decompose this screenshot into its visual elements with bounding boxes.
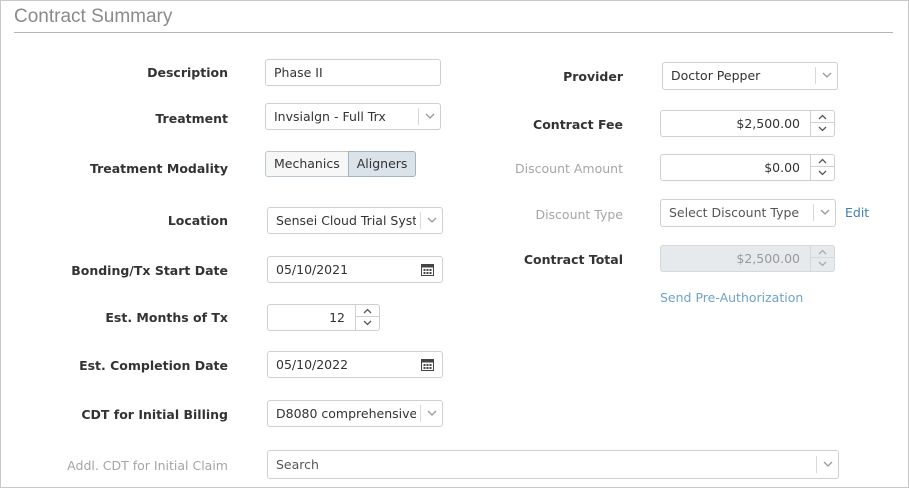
est-months-stepper[interactable]: 12	[267, 304, 380, 331]
contract-fee-label: Contract Fee	[533, 117, 623, 132]
description-label: Description	[147, 65, 228, 80]
cdt-initial-billing-select[interactable]: D8080 comprehensive orthodontic treatmen…	[267, 400, 443, 427]
contract-total-field: $2,500.00	[660, 245, 835, 272]
chevron-down-icon	[420, 212, 442, 229]
completion-date-value: 05/10/2022	[276, 357, 349, 372]
contract-fee-spinner	[810, 111, 834, 136]
decrement-button[interactable]	[356, 317, 379, 329]
description-value: Phase II	[274, 65, 323, 80]
completion-date-input[interactable]: 05/10/2022	[267, 351, 443, 378]
est-months-label: Est. Months of Tx	[105, 310, 228, 325]
decrement-button	[811, 258, 834, 270]
increment-button[interactable]	[811, 111, 834, 123]
increment-button[interactable]	[356, 305, 379, 317]
modality-option-aligners[interactable]: Aligners	[347, 151, 417, 177]
treatment-label: Treatment	[155, 111, 228, 126]
provider-select[interactable]: Doctor Pepper	[662, 62, 838, 90]
contract-fee-stepper[interactable]: $2,500.00	[660, 110, 835, 137]
chevron-down-icon	[815, 67, 837, 84]
increment-button[interactable]	[811, 155, 834, 167]
discount-amount-spinner	[810, 155, 834, 180]
contract-total-spinner	[810, 246, 834, 271]
provider-value: Doctor Pepper	[671, 68, 761, 83]
decrement-button[interactable]	[811, 167, 834, 179]
location-value: Sensei Cloud Trial System	[276, 213, 416, 228]
calendar-icon[interactable]	[421, 358, 434, 374]
est-months-value: 12	[329, 310, 345, 325]
contract-total-label: Contract Total	[523, 252, 623, 267]
increment-button	[811, 246, 834, 258]
section-title: Contract Summary	[14, 6, 173, 27]
discount-amount-label: Discount Amount	[515, 161, 623, 176]
discount-type-value: Select Discount Type	[669, 205, 800, 220]
contract-fee-value: $2,500.00	[736, 116, 800, 131]
addl-cdt-search-select[interactable]: Search	[267, 450, 839, 479]
discount-amount-value: $0.00	[764, 160, 800, 175]
start-date-input[interactable]: 05/10/2021	[267, 256, 443, 283]
section-divider	[14, 32, 893, 33]
chevron-down-icon	[418, 108, 440, 125]
est-months-spinner	[355, 305, 379, 330]
decrement-button[interactable]	[811, 123, 834, 135]
description-input[interactable]: Phase II	[265, 59, 441, 86]
contract-summary-panel: Contract Summary Description Phase II Tr…	[0, 0, 909, 488]
chevron-down-icon	[816, 456, 838, 473]
chevron-down-icon	[420, 405, 442, 422]
treatment-modality-toggle: Mechanics Aligners	[265, 151, 417, 177]
chevron-down-icon	[813, 204, 835, 221]
treatment-value: Invsialgn - Full Trx	[274, 109, 386, 124]
provider-label: Provider	[563, 69, 623, 84]
start-date-label: Bonding/Tx Start Date	[71, 263, 228, 278]
modality-option-mechanics[interactable]: Mechanics	[265, 151, 349, 177]
send-pre-authorization-link[interactable]: Send Pre-Authorization	[660, 290, 803, 305]
edit-discount-type-link[interactable]: Edit	[845, 205, 869, 220]
discount-type-select[interactable]: Select Discount Type	[660, 199, 836, 227]
discount-amount-stepper[interactable]: $0.00	[660, 154, 835, 181]
addl-cdt-search-placeholder: Search	[276, 457, 319, 472]
location-select[interactable]: Sensei Cloud Trial System	[267, 207, 443, 234]
calendar-icon[interactable]	[421, 263, 434, 279]
completion-date-label: Est. Completion Date	[79, 358, 228, 373]
contract-total-value: $2,500.00	[736, 251, 800, 266]
addl-cdt-label: Addl. CDT for Initial Claim	[67, 458, 228, 473]
treatment-select[interactable]: Invsialgn - Full Trx	[265, 103, 441, 130]
location-label: Location	[167, 213, 228, 228]
start-date-value: 05/10/2021	[276, 262, 349, 277]
cdt-initial-billing-label: CDT for Initial Billing	[81, 407, 228, 422]
discount-type-label: Discount Type	[535, 207, 623, 222]
treatment-modality-label: Treatment Modality	[89, 161, 228, 176]
cdt-initial-billing-value: D8080 comprehensive orthodontic treatmen…	[276, 406, 416, 421]
